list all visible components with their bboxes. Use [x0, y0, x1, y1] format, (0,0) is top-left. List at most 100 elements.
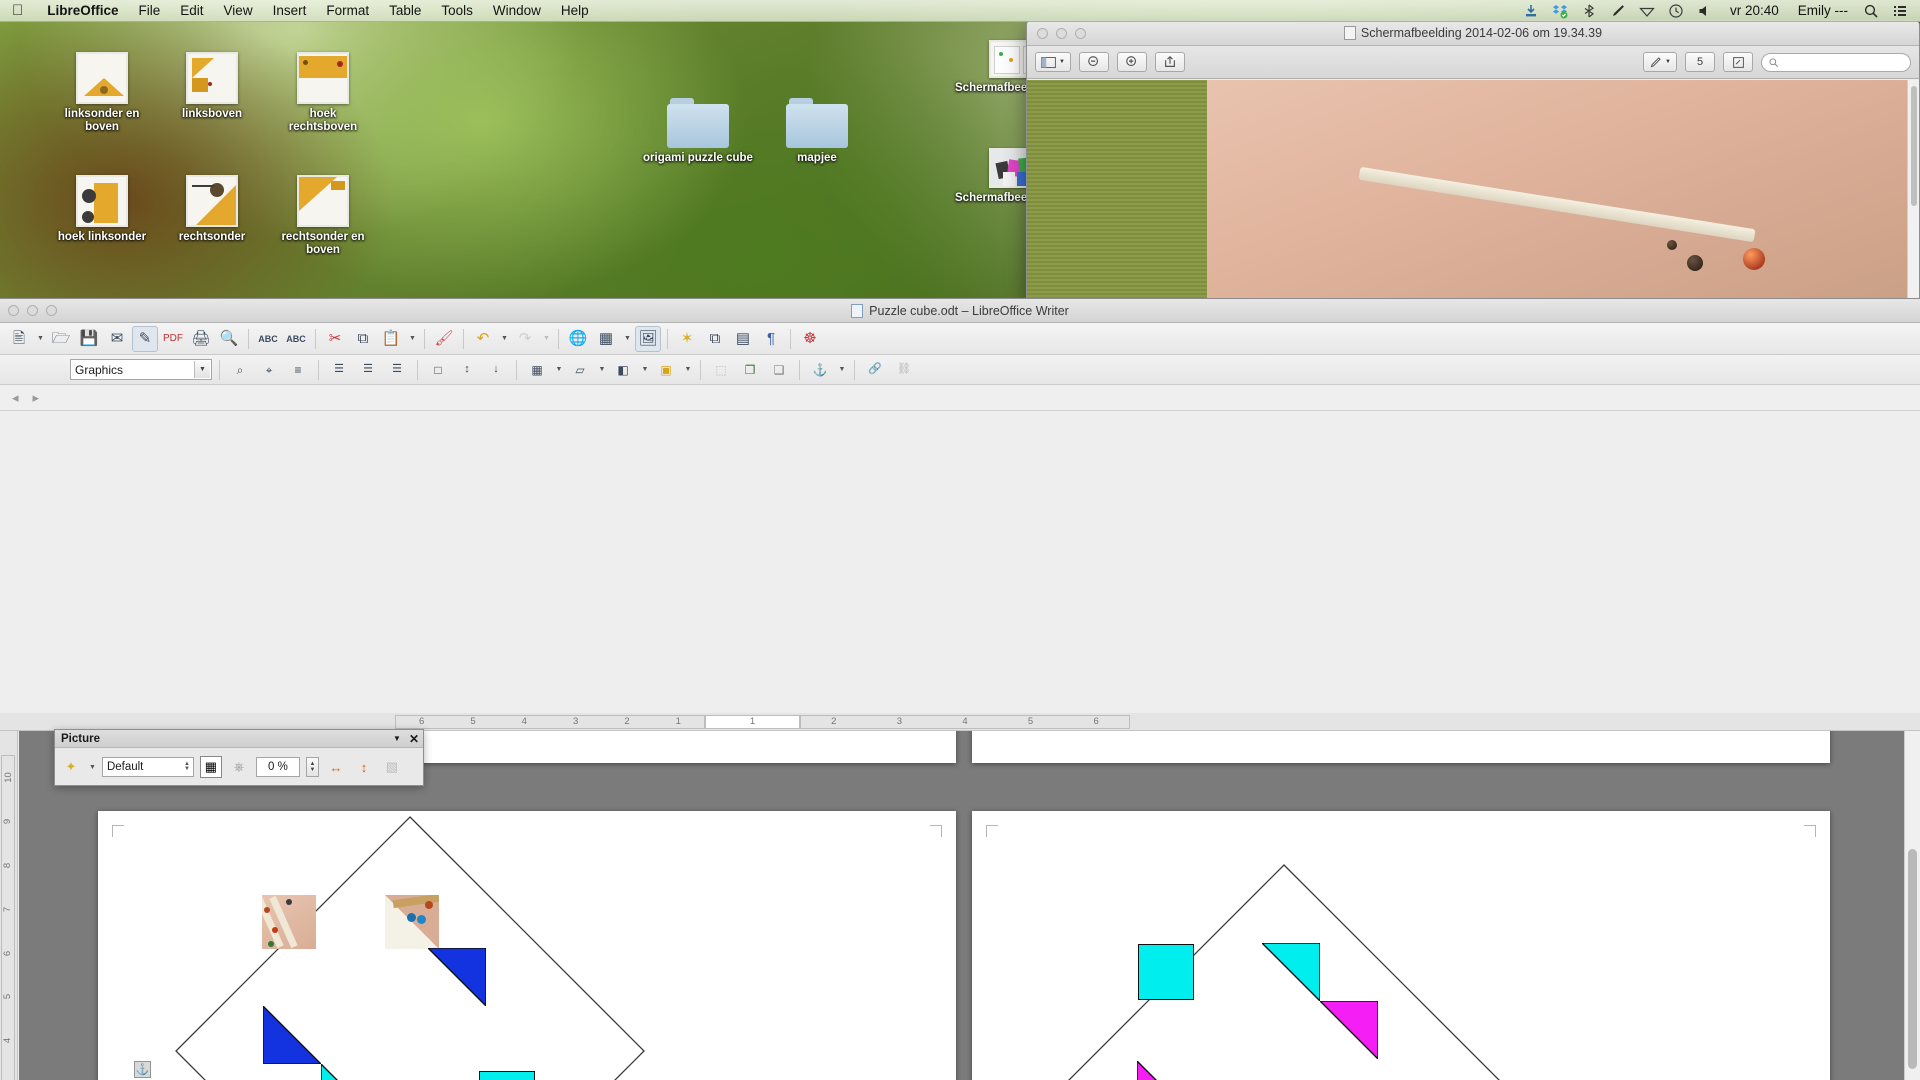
share-icon[interactable]	[1154, 52, 1185, 72]
copy-button[interactable]: ⧉	[350, 326, 376, 352]
insert-textframe-button[interactable]: ⧉	[702, 326, 728, 352]
transparency-icon[interactable]: ⎈	[228, 756, 250, 778]
flip-vertical-icon[interactable]: ↕	[353, 756, 375, 778]
shape-photo-beads-a[interactable]	[262, 895, 316, 949]
menu-item-libreoffice[interactable]: LibreOffice	[37, 3, 128, 18]
redo-caret[interactable]: ▼	[540, 326, 552, 352]
desktop-icon-linksonder-en-boven[interactable]: linksonder en boven	[54, 52, 150, 134]
insert-table-caret[interactable]: ▼	[621, 326, 633, 352]
wacom-pen-icon[interactable]	[1610, 3, 1626, 19]
insert-image-button[interactable]: 🖼	[635, 325, 661, 352]
email-document-button[interactable]: ✉	[104, 326, 130, 352]
vruler-upper[interactable]: 10 9 8 7 6 5 4 3 2 1	[1, 755, 15, 1080]
libreoffice-title-bar[interactable]: Puzzle cube.odt – LibreOffice Writer	[0, 299, 1920, 323]
preview-title-bar[interactable]: Schermafbeelding 2014-02-06 om 19.34.39	[1027, 21, 1919, 46]
document-scrollbar-thumb[interactable]	[1908, 849, 1917, 1069]
wrap-off-button[interactable]: ⌕	[227, 357, 253, 383]
volume-icon[interactable]	[1697, 3, 1713, 19]
chevron-down-icon[interactable]: ▼	[194, 361, 210, 378]
shape-magenta-triangle-b[interactable]	[1137, 1061, 1195, 1080]
paste-caret[interactable]: ▼	[406, 326, 418, 352]
crop-icon[interactable]: ▦	[199, 756, 222, 778]
shape-cyan-square-r[interactable]	[1138, 944, 1194, 1000]
align-center-button[interactable]: ☰	[355, 357, 381, 383]
wifi-icon[interactable]	[1639, 3, 1655, 19]
align-top-button[interactable]: □	[425, 357, 451, 383]
shape-cyan-triangle-r[interactable]	[1262, 943, 1320, 1001]
menu-item-help[interactable]: Help	[551, 3, 599, 18]
background-color-caret[interactable]: ▼	[682, 357, 693, 383]
nav-next-icon[interactable]: ▸	[33, 390, 40, 406]
menu-item-table[interactable]: Table	[379, 3, 431, 18]
save-button[interactable]: 💾	[76, 326, 102, 352]
menu-item-window[interactable]: Window	[483, 3, 551, 18]
menubar-user[interactable]: Emily ---	[1796, 3, 1850, 18]
border-color-button[interactable]: ◧	[610, 357, 636, 383]
chevron-down-icon[interactable]: ▼	[393, 734, 401, 743]
align-right-button[interactable]: ☰	[384, 357, 410, 383]
desktop-folder-mapjee[interactable]: mapjee	[762, 98, 872, 165]
align-middle-button[interactable]: ↕	[454, 357, 480, 383]
edit-mode-button[interactable]: ✎	[132, 325, 158, 352]
apple-logo-icon[interactable]: 	[0, 3, 37, 18]
shape-blue-triangle-a[interactable]	[428, 948, 486, 1006]
wrap-page-button[interactable]: ⌖	[256, 357, 282, 383]
edit-icon[interactable]	[1723, 52, 1753, 72]
desktop-icon-linksboven[interactable]: linksboven	[164, 52, 260, 121]
desktop-icon-rechtsonder-en-boven[interactable]: rechtsonder en boven	[275, 175, 371, 257]
link-frames-button[interactable]: 🔗	[862, 357, 888, 383]
menubar-clock[interactable]: vr 20:40	[1726, 3, 1783, 18]
ruler-center-page[interactable]: 1	[705, 714, 800, 729]
anchor-icon[interactable]: ⚓	[134, 1061, 151, 1078]
desktop-icon-hoek-rechtsboven[interactable]: hoek rechtsboven	[275, 52, 371, 134]
search-icon[interactable]	[1863, 3, 1879, 19]
document-page-left[interactable]	[98, 811, 956, 1080]
shape-blue-triangle-b[interactable]	[263, 1006, 321, 1064]
graphics-style-combo[interactable]: Graphics ▼	[70, 359, 212, 380]
formatting-marks-button[interactable]: ¶	[758, 326, 784, 352]
preview-scrollbar-thumb[interactable]	[1911, 86, 1917, 206]
zoom-out-icon[interactable]	[1078, 52, 1109, 72]
markup-pen-icon[interactable]: ▼	[1643, 52, 1677, 72]
border-style-caret[interactable]: ▼	[596, 357, 607, 383]
anchor-button[interactable]: ⚓	[807, 357, 833, 383]
undo-caret[interactable]: ▼	[498, 326, 510, 352]
menu-item-view[interactable]: View	[214, 3, 263, 18]
menu-item-edit[interactable]: Edit	[170, 3, 213, 18]
document-page-right[interactable]	[972, 811, 1830, 1080]
dropbox-icon[interactable]	[1552, 3, 1568, 19]
transparency-field[interactable]: 0 %	[255, 757, 300, 777]
menu-item-format[interactable]: Format	[316, 3, 379, 18]
border-color-caret[interactable]: ▼	[639, 357, 650, 383]
bring-to-front-button[interactable]: ❐	[737, 357, 763, 383]
picture-floating-toolbar[interactable]: Picture ▼ ✕ ✦ ▼ Default ▲ ▼ ▦ ⎈ 0 % ▲ ▼ ↔	[54, 729, 424, 786]
document-vertical-scrollbar[interactable]	[1904, 731, 1920, 1080]
anchor-caret[interactable]: ▼	[836, 357, 847, 383]
cut-button[interactable]: ✂	[322, 326, 348, 352]
desktop-icon-hoek-linksonder[interactable]: hoek linksonder	[54, 175, 150, 244]
preview-window[interactable]: Schermafbeelding 2014-02-06 om 19.34.39 …	[1026, 20, 1920, 300]
sidebar-view-button[interactable]: ▼	[1035, 52, 1071, 72]
nav-previous-icon[interactable]: ◂	[12, 390, 19, 406]
preview-scrollbar[interactable]	[1907, 80, 1919, 299]
export-pdf-button[interactable]: PDF	[160, 326, 186, 352]
frame-properties-icon[interactable]: ▧	[381, 756, 403, 778]
close-icon[interactable]: ✕	[409, 732, 419, 746]
ruler-right-page[interactable]: 2 3 4 5 6	[800, 714, 1130, 729]
spinner-arrows-icon[interactable]: ▲ ▼	[184, 761, 190, 772]
vertical-ruler[interactable]: 10 9 8 7 6 5 4 3 2 1 1 2 3	[0, 731, 18, 1080]
graphic-filter-icon[interactable]: ✦	[60, 756, 82, 778]
new-document-caret[interactable]: ▼	[34, 326, 46, 352]
clone-formatting-button[interactable]: 🖌	[431, 326, 457, 352]
new-document-button[interactable]: 🖹	[6, 326, 32, 352]
frame-properties-button[interactable]: ⬚	[708, 357, 734, 383]
hyperlink-button[interactable]: 🌐	[565, 326, 591, 352]
shape-magenta-triangle-a[interactable]	[1320, 1001, 1378, 1059]
zoom-in-icon[interactable]	[1116, 52, 1147, 72]
menu-item-tools[interactable]: Tools	[431, 3, 483, 18]
graphic-filter-caret[interactable]: ▼	[89, 764, 96, 771]
timemachine-icon[interactable]	[1668, 3, 1684, 19]
libreoffice-writer-window[interactable]: Puzzle cube.odt – LibreOffice Writer 🖹 ▼…	[0, 298, 1920, 1080]
shape-photo-beads-b[interactable]	[385, 895, 439, 949]
ruler-left-page[interactable]: 6 5 4 3 2 1	[395, 714, 705, 729]
